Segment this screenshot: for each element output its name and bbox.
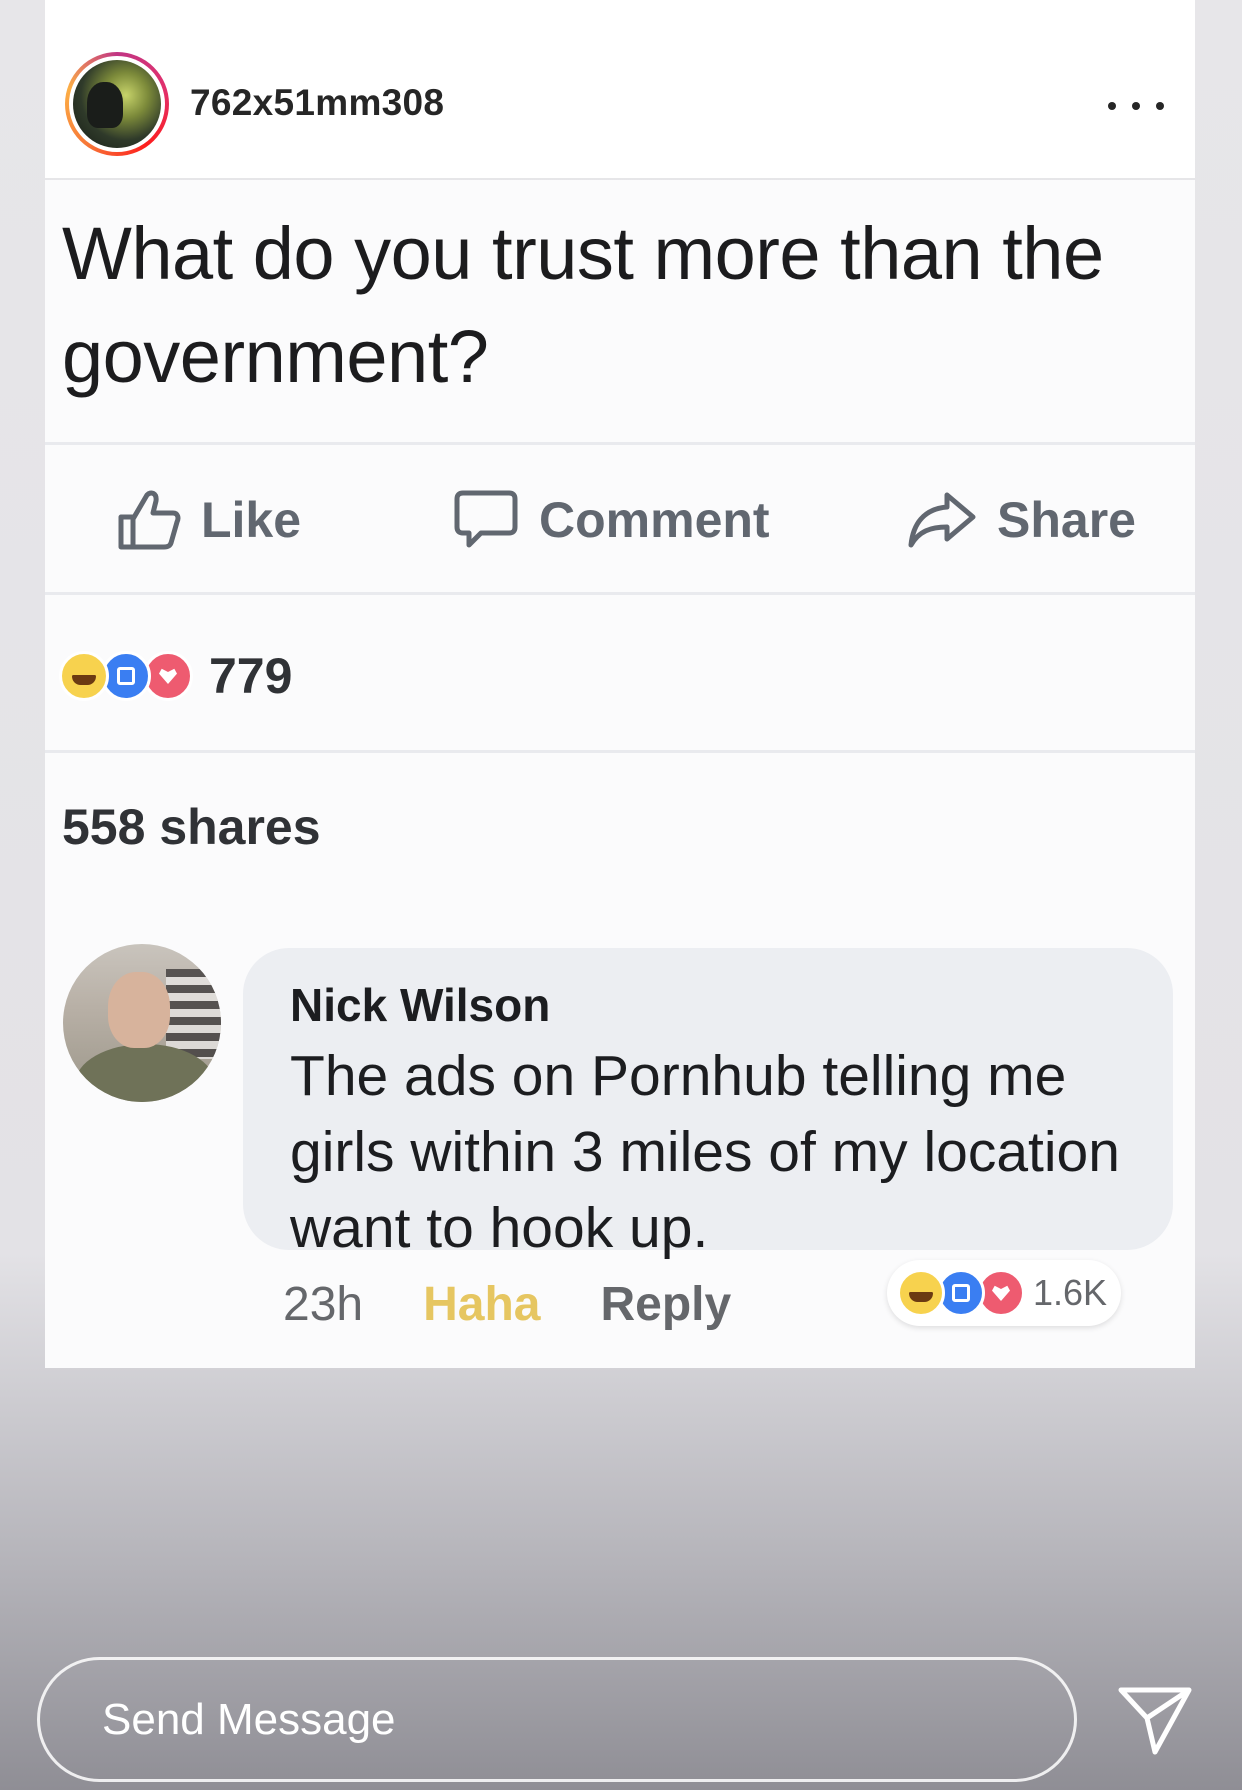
comment-haha-button[interactable]: Haha bbox=[423, 1277, 540, 1332]
share-count[interactable]: 558 shares bbox=[62, 798, 321, 856]
share-label: Share bbox=[997, 492, 1136, 548]
story-header: 762x51mm308 bbox=[45, 0, 1195, 178]
divider bbox=[45, 750, 1195, 753]
flag-background bbox=[166, 969, 221, 1059]
share-arrow-icon bbox=[908, 492, 976, 548]
more-horizontal-icon[interactable] bbox=[1108, 88, 1164, 124]
post-reactions[interactable]: 779 bbox=[59, 646, 292, 706]
thumbs-up-icon bbox=[118, 490, 181, 550]
like-button[interactable]: Like bbox=[117, 470, 301, 570]
post-text: What do you trust more than the governme… bbox=[62, 212, 1104, 398]
comment-reply-button[interactable]: Reply bbox=[600, 1277, 731, 1332]
divider bbox=[45, 442, 1195, 445]
haha-reaction-icon bbox=[897, 1269, 945, 1317]
post-actions: Like Comment Share bbox=[45, 470, 1195, 570]
haha-reaction-icon bbox=[59, 651, 109, 701]
commenter-avatar[interactable] bbox=[63, 944, 221, 1102]
comment-button[interactable]: Comment bbox=[453, 470, 770, 570]
paper-plane-icon[interactable] bbox=[1115, 1680, 1195, 1760]
comment-author[interactable]: Nick Wilson bbox=[290, 978, 550, 1032]
comment-text: The ads on Pornhub telling me girls with… bbox=[290, 1044, 1120, 1260]
comment-bubble: Nick Wilson The ads on Pornhub telling m… bbox=[243, 948, 1173, 1260]
comment-timestamp: 23h bbox=[283, 1277, 364, 1331]
comment-meta: 23h Haha Reply bbox=[283, 1274, 731, 1334]
share-button[interactable]: Share bbox=[907, 470, 1136, 570]
comment-reaction-count: 1.6K bbox=[1033, 1272, 1108, 1313]
profile-photo bbox=[73, 60, 161, 148]
divider bbox=[45, 592, 1195, 595]
send-message-input[interactable]: Send Message bbox=[37, 1657, 1077, 1782]
story-avatar[interactable] bbox=[65, 52, 169, 156]
comment-reactions[interactable]: 1.6K bbox=[887, 1260, 1122, 1326]
comment-label: Comment bbox=[539, 492, 770, 548]
send-message-placeholder: Send Message bbox=[102, 1694, 396, 1744]
post-screenshot: What do you trust more than the governme… bbox=[45, 180, 1195, 1368]
story-username[interactable]: 762x51mm308 bbox=[190, 82, 444, 124]
like-label: Like bbox=[201, 492, 302, 548]
reaction-count: 779 bbox=[209, 648, 293, 704]
comment-bubble-icon bbox=[454, 490, 518, 548]
